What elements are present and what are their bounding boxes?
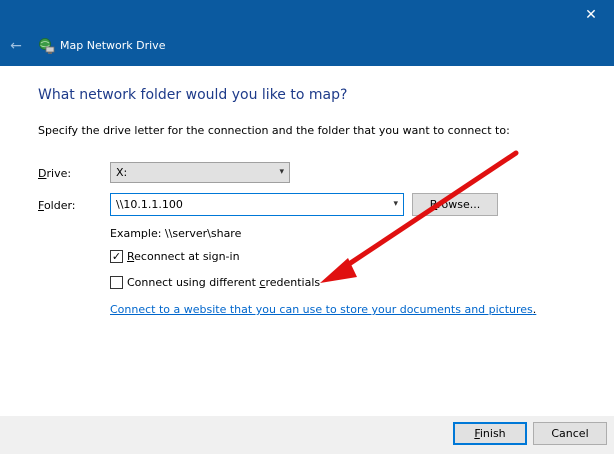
folder-label-rest: older: [43, 199, 76, 212]
check-icon: ✓ [111, 250, 122, 263]
folder-path-input[interactable]: \\10.1.1.100 ▾ [110, 193, 404, 216]
website-link-dot: . [532, 303, 537, 316]
credentials-label: Connect using different credentials [127, 276, 320, 289]
reconnect-checkbox[interactable]: ✓ [110, 250, 123, 263]
drive-letter-select[interactable]: X: ▾ [110, 162, 290, 183]
finish-label-rest: inish [479, 427, 506, 440]
reconnect-option[interactable]: ✓ Reconnect at sign-in [110, 250, 240, 263]
folder-path-value: \\10.1.1.100 [116, 198, 183, 211]
cancel-button[interactable]: Cancel [533, 422, 607, 445]
close-button[interactable]: ✕ [568, 0, 614, 30]
credentials-checkbox[interactable] [110, 276, 123, 289]
website-link[interactable]: Connect to a website that you can use to… [110, 303, 536, 316]
example-text: Example: \\server\share [110, 227, 242, 240]
dialog-content: What network folder would you like to ma… [0, 66, 614, 416]
instruction-text: Specify the drive letter for the connect… [38, 124, 510, 137]
close-icon: ✕ [585, 7, 597, 23]
reconnect-label: Reconnect at sign-in [127, 250, 240, 263]
chevron-down-icon: ▾ [279, 167, 284, 177]
folder-label: Folder: [38, 199, 76, 212]
back-button[interactable]: ← [6, 36, 26, 56]
browse-label-rest: rowse... [437, 198, 481, 211]
reconnect-label-rest: econnect at sign-in [134, 250, 240, 263]
credentials-label-rest: redentials [265, 276, 321, 289]
page-heading: What network folder would you like to ma… [38, 87, 348, 103]
website-link-text: Connect to a website that you can use to… [110, 303, 533, 316]
title-bar: ✕ ← Map Network Drive [0, 0, 614, 66]
credentials-label-pre: Connect using different [127, 276, 260, 289]
button-bar: Finish Cancel [0, 416, 614, 454]
back-arrow-icon: ← [10, 38, 22, 54]
window-title: Map Network Drive [60, 39, 166, 52]
drive-label-rest: rive: [46, 167, 72, 180]
drive-letter-value: X: [116, 166, 128, 179]
drive-label: Drive: [38, 167, 71, 180]
network-drive-icon [39, 38, 55, 54]
credentials-option[interactable]: Connect using different credentials [110, 276, 320, 289]
browse-button[interactable]: Browse... [412, 193, 498, 216]
finish-button[interactable]: Finish [453, 422, 527, 445]
chevron-down-icon: ▾ [393, 199, 398, 209]
